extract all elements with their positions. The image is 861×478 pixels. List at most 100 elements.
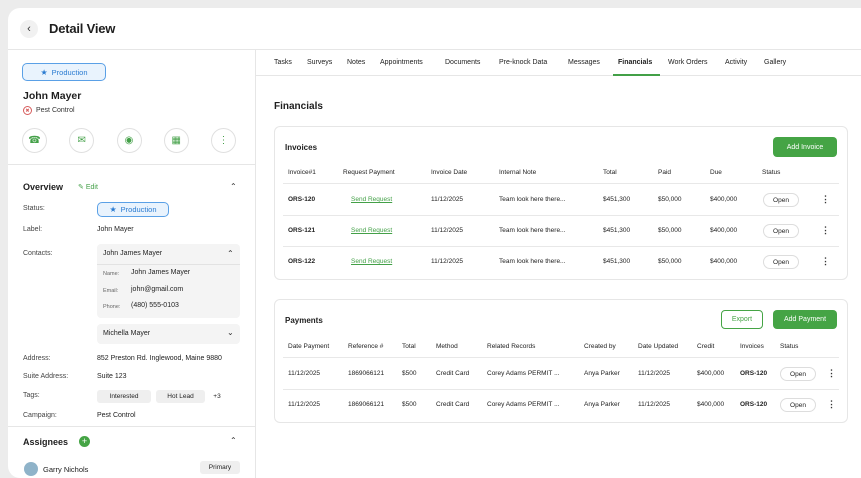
tab-messages[interactable]: Messages xyxy=(568,59,600,66)
date-updated: 11/12/2025 xyxy=(638,401,671,408)
reference: 1869066121 xyxy=(348,370,385,377)
suite-label: Suite Address: xyxy=(23,373,69,380)
tab-tasks[interactable]: Tasks xyxy=(274,59,292,66)
tab-notes[interactable]: Notes xyxy=(347,59,365,66)
name-value: John James Mayer xyxy=(131,269,191,276)
column-header: Status xyxy=(762,169,781,176)
tab-appointments[interactable]: Appointments xyxy=(380,59,423,66)
address-label: Address: xyxy=(23,355,51,362)
column-header: Invoice#1 xyxy=(288,169,316,176)
invoice-id: ORS-121 xyxy=(288,227,316,234)
status-badge: Open xyxy=(763,224,799,238)
total: $451,300 xyxy=(603,196,631,203)
method: Credit Card xyxy=(436,401,470,408)
column-header: Total xyxy=(603,169,617,176)
invoice-date: 11/12/2025 xyxy=(431,196,464,203)
divider xyxy=(283,215,839,216)
calendar-icon: ▦ xyxy=(171,135,181,146)
chevron-up-icon[interactable]: ⌃ xyxy=(227,249,234,258)
tab-work-orders[interactable]: Work Orders xyxy=(668,59,708,66)
send-request-link[interactable]: Send Request xyxy=(351,258,392,265)
more-vertical-icon[interactable]: ⋮ xyxy=(827,399,836,410)
created-by: Anya Parker xyxy=(584,401,620,408)
divider xyxy=(8,426,255,427)
send-request-link[interactable]: Send Request xyxy=(351,196,392,203)
column-header: Invoice Date xyxy=(431,169,468,176)
more-vertical-icon[interactable]: ⋮ xyxy=(821,225,830,236)
invoice-id: ORS-120 xyxy=(288,196,316,203)
tag-more[interactable]: +3 xyxy=(210,390,224,403)
tab-gallery[interactable]: Gallery xyxy=(764,59,786,66)
column-header: Created by xyxy=(584,343,616,350)
invoice-date: 11/12/2025 xyxy=(431,227,464,234)
column-header: Paid xyxy=(658,169,672,176)
tag[interactable]: Hot Lead xyxy=(156,390,205,403)
contact-card-1[interactable]: John James Mayer ⌃ Name: John James Maye… xyxy=(97,244,240,318)
internal-note: Team look here there... xyxy=(499,196,566,203)
company: ✖ Pest Control xyxy=(23,106,75,115)
star-icon: ★ xyxy=(40,67,48,77)
edit-link[interactable]: ✎ Edit xyxy=(78,183,98,191)
overview-title: Overview xyxy=(23,182,64,192)
right-panel: Tasks Surveys Notes Appointments Documen… xyxy=(256,50,861,478)
internal-note: Team look here there... xyxy=(499,227,566,234)
payments-title: Payments xyxy=(285,316,323,325)
campaign-value: Pest Control xyxy=(97,412,136,419)
phone-button[interactable]: ☎ xyxy=(22,128,47,153)
column-header: Total xyxy=(402,343,416,350)
chevron-left-icon: ‹ xyxy=(27,22,31,35)
tab-surveys[interactable]: Surveys xyxy=(307,59,332,66)
chevron-up-icon[interactable]: ⌃ xyxy=(230,436,237,445)
send-request-link[interactable]: Send Request xyxy=(351,227,392,234)
created-by: Anya Parker xyxy=(584,370,620,377)
status-badge: Open xyxy=(780,367,816,381)
calendar-button[interactable]: ▦ xyxy=(163,128,189,153)
more-button[interactable]: ⋮ xyxy=(211,128,236,153)
add-invoice-button[interactable]: Add Invoice xyxy=(773,137,837,157)
reference: 1869066121 xyxy=(348,401,385,408)
contact-card-2[interactable]: Michella Mayer ⌄ xyxy=(97,324,240,344)
more-vertical-icon: ⋮ xyxy=(218,135,229,146)
more-vertical-icon[interactable]: ⋮ xyxy=(821,194,830,205)
campaign-label: Campaign: xyxy=(23,412,57,419)
tag[interactable]: Interested xyxy=(97,390,151,403)
pencil-icon: ✎ xyxy=(78,184,84,191)
mail-icon: ✉ xyxy=(77,135,86,146)
invoice-ref: ORS-120 xyxy=(740,370,768,377)
tab-documents[interactable]: Documents xyxy=(445,59,480,66)
due: $400,000 xyxy=(710,196,738,203)
method: Credit Card xyxy=(436,370,470,377)
tab-financials[interactable]: Financials xyxy=(618,59,652,66)
back-button[interactable]: ‹ xyxy=(20,19,38,38)
divider xyxy=(97,264,240,265)
export-button[interactable]: Export xyxy=(721,310,763,329)
plus-icon: + xyxy=(81,436,88,446)
invoice-id: ORS-122 xyxy=(288,258,316,265)
chevron-up-icon[interactable]: ⌃ xyxy=(230,182,237,191)
column-header: Internal Note xyxy=(499,169,537,176)
add-payment-button[interactable]: Add Payment xyxy=(773,310,837,329)
chat-button[interactable]: ◉ xyxy=(116,128,142,153)
column-header: Reference # xyxy=(348,343,384,350)
tab-activity[interactable]: Activity xyxy=(725,59,747,66)
tab-pre-knock-data[interactable]: Pre-knock Data xyxy=(499,59,547,66)
phone-icon: ☎ xyxy=(28,135,41,146)
active-tab-indicator xyxy=(613,74,660,76)
more-vertical-icon[interactable]: ⋮ xyxy=(827,368,836,379)
related-records: Corey Adams PERMIT ... xyxy=(487,370,560,377)
paid: $50,000 xyxy=(658,196,682,203)
suite-value: Suite 123 xyxy=(97,373,127,380)
total: $500 xyxy=(402,401,417,408)
add-assignee-button[interactable]: + xyxy=(79,436,90,447)
payment-date: 11/12/2025 xyxy=(288,401,321,408)
tags-label: Tags: xyxy=(23,392,40,399)
more-vertical-icon[interactable]: ⋮ xyxy=(821,256,830,267)
contact-card-name: Michella Mayer xyxy=(103,330,151,337)
phone-value: (480) 555-0103 xyxy=(131,302,179,309)
chevron-down-icon[interactable]: ⌄ xyxy=(227,328,234,337)
status-value-badge: ★ Production xyxy=(97,202,169,217)
status-badge: Open xyxy=(763,193,799,207)
contact-card-name: John James Mayer xyxy=(103,250,163,257)
email-button[interactable]: ✉ xyxy=(69,128,95,153)
column-header: Related Records xyxy=(487,343,536,350)
